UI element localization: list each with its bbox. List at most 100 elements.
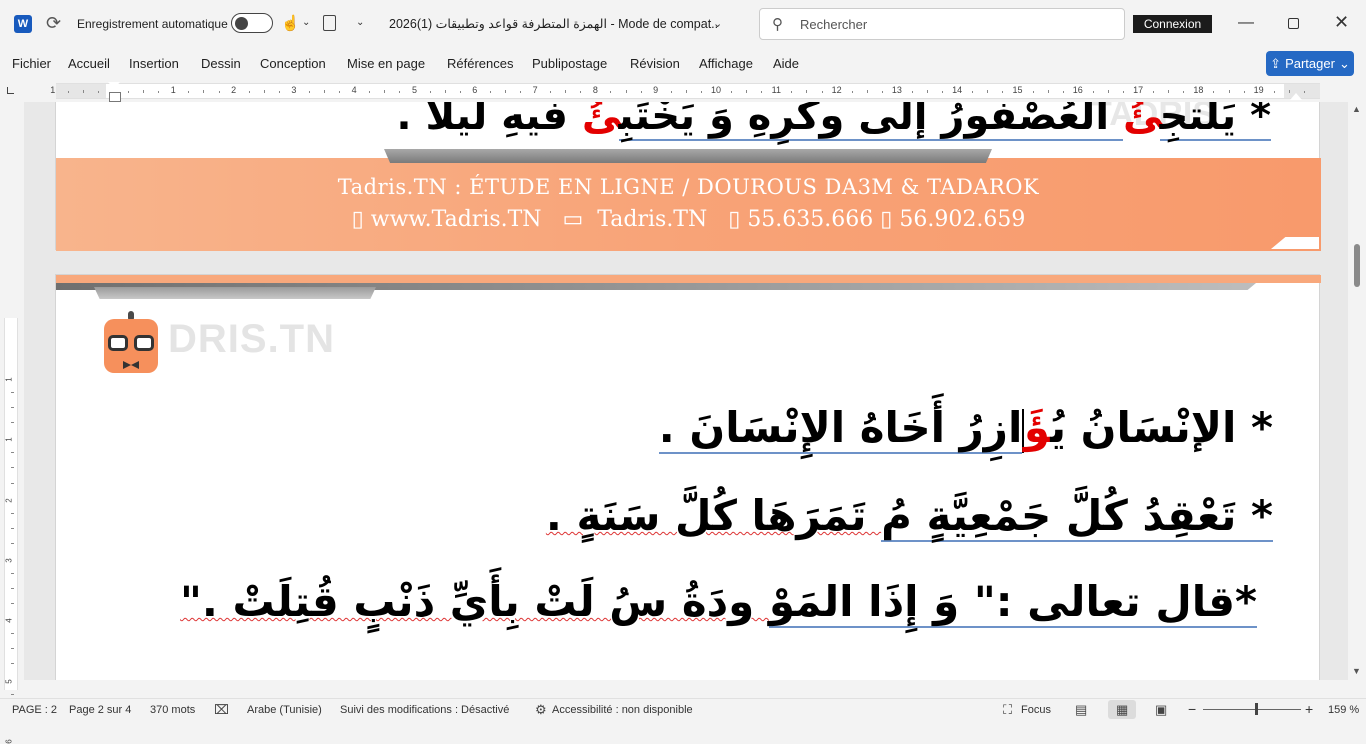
customize-toolbar-chevron-icon[interactable]: ⌄ (356, 17, 364, 28)
ruler-tick (158, 91, 160, 93)
arabic-line-3[interactable]: *قال تعالى :" وَ إِذَا المَوْ ودَةُ سُ ل… (180, 577, 1257, 628)
ruler-tick (97, 91, 99, 93)
vruler-tick (11, 422, 14, 424)
vertical-ruler[interactable]: 1 1 2 3 4 5 6 (4, 318, 18, 744)
tab-dessin[interactable]: Dessin (201, 56, 241, 71)
ruler-tick (851, 91, 853, 93)
scroll-up-icon[interactable]: ▲ (1352, 104, 1361, 114)
footer-band (56, 158, 1321, 251)
zoom-slider-thumb[interactable] (1254, 703, 1258, 715)
ruler-number: 16 (1072, 85, 1083, 95)
document-title[interactable]: الهمزة المتطرفة قواعد وتطبيقات (1)2026 -… (389, 16, 719, 31)
maximize-icon[interactable] (1288, 18, 1299, 29)
ruler-tick (565, 90, 567, 93)
ruler-tick (700, 91, 702, 93)
header-band (56, 275, 1321, 283)
ruler-tick (399, 91, 401, 93)
ruler-tick (987, 90, 989, 93)
proofing-icon[interactable]: ⌧ (214, 702, 229, 718)
tab-selector-icon[interactable] (7, 87, 14, 94)
vertical-scrollbar-thumb[interactable] (1354, 244, 1360, 287)
ruler-tick (263, 90, 265, 93)
sign-in-button[interactable]: Connexion (1133, 15, 1212, 33)
accessibility-icon[interactable]: ⚙ (535, 702, 547, 718)
arabic-line-1[interactable]: * الإنْسَانُ يُؤَازِرُ أَخَاهُ الإِنْسَا… (658, 403, 1273, 454)
share-button[interactable]: ⇪ Partager ⌄ (1266, 51, 1354, 76)
zoom-level[interactable]: 159 % (1328, 704, 1359, 716)
autosave-toggle[interactable] (231, 13, 273, 33)
ruler-tick (384, 90, 386, 93)
close-icon[interactable]: ✕ (1334, 12, 1349, 33)
status-accessibility[interactable]: Accessibilité : non disponible (552, 704, 693, 716)
tab-accueil[interactable]: Accueil (68, 56, 110, 71)
tab-aide[interactable]: Aide (773, 56, 799, 71)
zoom-slider[interactable] (1203, 709, 1301, 710)
left-indent-marker[interactable] (108, 80, 121, 102)
print-layout-icon[interactable]: ▦ (1116, 702, 1128, 718)
zoom-out-button[interactable]: − (1188, 701, 1196, 717)
vruler-tick (11, 407, 14, 409)
ruler-number: 1 (170, 85, 176, 95)
arabic-line-2[interactable]: * تَعْقِدُ كُلَّ جَمْعِيَّةٍ مُ تَمَرَهَ… (546, 491, 1273, 542)
tab-mise-en-page[interactable]: Mise en page (347, 56, 425, 71)
tab-insertion[interactable]: Insertion (129, 56, 179, 71)
title-chevron-down-icon[interactable]: ⌄ (713, 17, 722, 30)
ruler-tick (791, 91, 793, 93)
read-mode-icon[interactable]: ▤ (1075, 702, 1087, 718)
horizontal-ruler-row: 2112345678910111213141516171819 (0, 80, 1366, 102)
ruler-tick (459, 91, 461, 93)
right-indent-marker[interactable] (1290, 93, 1302, 100)
status-page[interactable]: PAGE : 2 (12, 704, 57, 716)
horizontal-ruler[interactable]: 2112345678910111213141516171819 (50, 83, 1320, 99)
chevron-down-icon[interactable]: ⌄ (302, 17, 310, 28)
tab-fichier[interactable]: Fichier (12, 56, 51, 71)
tab-conception[interactable]: Conception (260, 56, 326, 71)
tab-publipostage[interactable]: Publipostage (532, 56, 607, 71)
ruler-tick (1243, 91, 1245, 93)
ruler-number: 8 (592, 85, 598, 95)
vruler-tick (11, 512, 14, 514)
ruler-number: 18 (1193, 85, 1204, 95)
minimize-icon[interactable]: — (1238, 14, 1254, 32)
ruler-number: 6 (472, 85, 478, 95)
page-2[interactable]: DRIS.TN * الإنْسَانُ يُؤَازِرُ أَخَاهُ ا… (55, 274, 1321, 680)
vruler-tick (11, 648, 14, 650)
ruler-tick (520, 91, 522, 93)
status-word-count[interactable]: 370 mots (150, 704, 195, 716)
vruler-tick (11, 663, 14, 665)
watermark-text: DRIS.TN (168, 317, 335, 361)
search-input[interactable]: ⚲ Rechercher (759, 8, 1125, 40)
vruler-tick (11, 527, 14, 529)
ruler-tick (128, 91, 130, 93)
ribbon-tabs: Fichier Accueil Insertion Dessin Concept… (0, 48, 1366, 80)
tadris-logo (104, 311, 158, 375)
status-language[interactable]: Arabe (Tunisie) (247, 704, 322, 716)
ruler-tick (972, 91, 974, 93)
focus-icon[interactable]: ⛶ (1003, 702, 1012, 718)
vruler-tick (11, 693, 14, 695)
arabic-line[interactable]: * يَلتجِئُ العُصْفورُ إلى وكْرِهِ وَ يَخ… (396, 102, 1271, 141)
refresh-icon[interactable]: ⟳ (46, 13, 61, 34)
scroll-down-icon[interactable]: ▼ (1352, 666, 1361, 676)
tab-references[interactable]: Références (447, 56, 513, 71)
word-app-icon: W (14, 15, 32, 33)
page-1[interactable]: TADRIS * يَلتجِئُ العُصْفورُ إلى وكْرِهِ… (55, 102, 1321, 251)
clipboard-icon[interactable] (323, 15, 336, 31)
ruler-tick (143, 90, 145, 93)
ruler-tick (188, 91, 190, 93)
ruler-tick (1183, 91, 1185, 93)
document-canvas[interactable]: TADRIS * يَلتجِئُ العُصْفورُ إلى وكْرِهِ… (24, 102, 1348, 680)
status-page-count[interactable]: Page 2 sur 4 (69, 704, 131, 716)
ruler-tick (1047, 90, 1049, 93)
tab-revision[interactable]: Révision (630, 56, 680, 71)
touch-mode-icon[interactable]: ☝ (281, 14, 300, 32)
zoom-in-button[interactable]: + (1305, 701, 1313, 717)
ruler-tick (278, 91, 280, 93)
vruler-tick (11, 588, 14, 590)
status-track-changes[interactable]: Suivi des modifications : Désactivé (340, 704, 509, 716)
web-layout-icon[interactable]: ▣ (1155, 702, 1167, 718)
focus-button[interactable]: Focus (1021, 704, 1051, 716)
footer-decoration (384, 149, 992, 163)
ruler-tick (640, 91, 642, 93)
tab-affichage[interactable]: Affichage (699, 56, 753, 71)
